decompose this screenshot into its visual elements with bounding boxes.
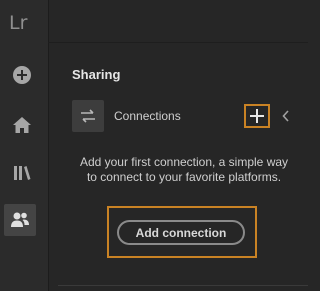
add-connection-button[interactable]: Add connection — [117, 220, 245, 245]
plus-icon — [250, 109, 264, 123]
connections-label: Connections — [114, 109, 181, 123]
add-circle-icon — [13, 66, 31, 84]
home-button[interactable] — [0, 110, 44, 140]
chevron-left-icon — [282, 110, 289, 122]
add-photos-button[interactable] — [0, 60, 44, 90]
add-connection-plus-button[interactable] — [244, 104, 270, 128]
app-logo: Lr — [9, 12, 28, 34]
sharing-button[interactable] — [4, 204, 36, 236]
empty-state-text: Add your first connection, a simple way … — [79, 155, 289, 184]
collapse-button[interactable] — [282, 109, 290, 127]
panel-title: Sharing — [72, 67, 121, 82]
connections-icon-tile — [72, 100, 104, 132]
home-icon — [13, 117, 31, 133]
library-icon — [14, 166, 31, 180]
sharing-panel: Sharing Connections Add your first conne… — [58, 43, 308, 291]
left-rail: Lr — [0, 0, 49, 291]
sharing-people-icon — [11, 212, 29, 227]
swap-arrows-icon — [81, 109, 95, 123]
library-button[interactable] — [0, 158, 44, 188]
add-connection-highlight: Add connection — [107, 206, 257, 258]
panel-bottom-divider — [58, 285, 308, 286]
